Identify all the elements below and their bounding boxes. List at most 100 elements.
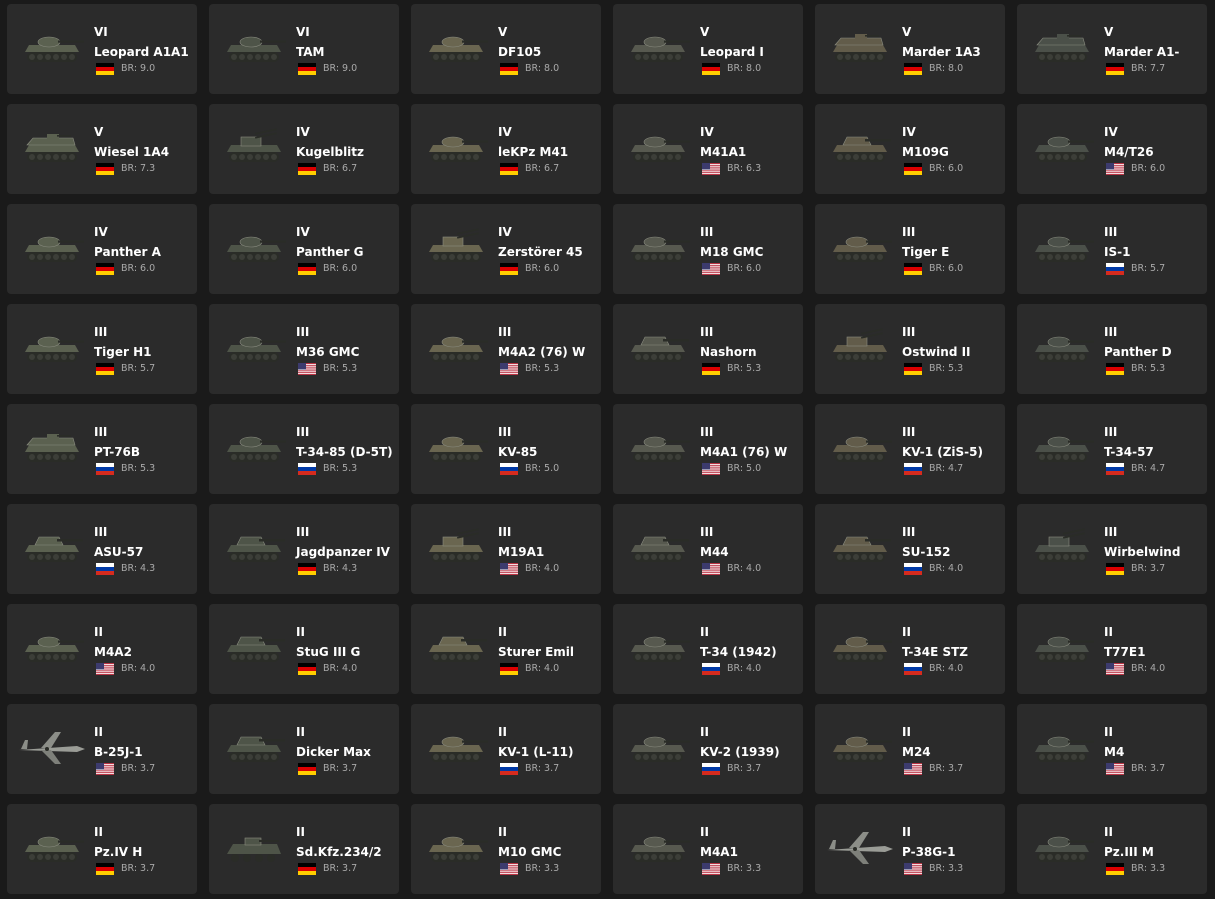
vehicle-card[interactable]: II T77E1 BR: 4.0 bbox=[1017, 604, 1207, 694]
tank-icon bbox=[623, 28, 693, 68]
vehicle-card[interactable]: II M4A2 BR: 4.0 bbox=[7, 604, 197, 694]
vehicle-card[interactable]: III Ostwind II BR: 5.3 bbox=[815, 304, 1005, 394]
vehicle-card[interactable]: II M24 BR: 3.7 bbox=[815, 704, 1005, 794]
vehicle-card[interactable]: III M4A1 (76) W BR: 5.0 bbox=[613, 404, 803, 494]
vehicle-card[interactable]: III ASU-57 BR: 4.3 bbox=[7, 504, 197, 594]
vehicle-rank: III bbox=[94, 425, 108, 439]
vehicle-card[interactable]: III Tiger E BR: 6.0 bbox=[815, 204, 1005, 294]
battle-rating-label: BR: bbox=[121, 163, 141, 174]
vehicle-card[interactable]: II T-34 (1942) BR: 4.0 bbox=[613, 604, 803, 694]
vehicle-rank: IV bbox=[498, 125, 512, 139]
flag-de-icon bbox=[298, 63, 316, 75]
vehicle-card[interactable]: III Jagdpanzer IV BR: 4.3 bbox=[209, 504, 399, 594]
vehicle-card[interactable]: III M4A2 (76) W BR: 5.3 bbox=[411, 304, 601, 394]
vehicle-card[interactable]: III M36 GMC BR: 5.3 bbox=[209, 304, 399, 394]
flag-ru-icon bbox=[96, 463, 114, 475]
battle-rating-value: 9.0 bbox=[342, 63, 358, 74]
vehicle-card[interactable]: II T-34E STZ BR: 4.0 bbox=[815, 604, 1005, 694]
vehicle-card[interactable]: II Sd.Kfz.234/2 BR: 3.7 bbox=[209, 804, 399, 894]
vehicle-card[interactable]: III KV-85 BR: 5.0 bbox=[411, 404, 601, 494]
vehicle-card[interactable]: IV Panther G BR: 6.0 bbox=[209, 204, 399, 294]
battle-rating: BR: 3.3 bbox=[727, 862, 761, 876]
vehicle-card[interactable]: III M44 BR: 4.0 bbox=[613, 504, 803, 594]
vehicle-card[interactable]: VI Leopard A1A1 BR: 9.0 bbox=[7, 4, 197, 94]
vehicle-card[interactable]: V DF105 BR: 8.0 bbox=[411, 4, 601, 94]
vehicle-card[interactable]: III T-34-85 (D-5T) BR: 5.3 bbox=[209, 404, 399, 494]
vehicle-name: M44 bbox=[700, 545, 729, 559]
vehicle-card[interactable]: IV M4/T26 BR: 6.0 bbox=[1017, 104, 1207, 194]
vehicle-card[interactable]: II M4 BR: 3.7 bbox=[1017, 704, 1207, 794]
vehicle-card[interactable]: IV M41A1 BR: 6.3 bbox=[613, 104, 803, 194]
vehicle-card[interactable]: II KV-1 (L-11) BR: 3.7 bbox=[411, 704, 601, 794]
vehicle-name: Marder 1A3 bbox=[902, 45, 981, 59]
battle-rating: BR: 6.0 bbox=[1131, 162, 1165, 176]
vehicle-card[interactable]: IV leKPz M41 BR: 6.7 bbox=[411, 104, 601, 194]
battle-rating-label: BR: bbox=[1131, 563, 1151, 574]
vehicle-rank: III bbox=[94, 325, 108, 339]
vehicle-rank: III bbox=[498, 425, 512, 439]
battle-rating-label: BR: bbox=[121, 863, 141, 874]
battle-rating-value: 6.0 bbox=[948, 263, 964, 274]
battle-rating: BR: 3.7 bbox=[121, 862, 155, 876]
vehicle-card[interactable]: II Pz.III M BR: 3.3 bbox=[1017, 804, 1207, 894]
vehicle-card[interactable]: II Dicker Max BR: 3.7 bbox=[209, 704, 399, 794]
vehicle-card[interactable]: IV M109G BR: 6.0 bbox=[815, 104, 1005, 194]
vehicle-card[interactable]: III SU-152 BR: 4.0 bbox=[815, 504, 1005, 594]
vehicle-card[interactable]: IV Panther A BR: 6.0 bbox=[7, 204, 197, 294]
vehicle-card[interactable]: III Panther D BR: 5.3 bbox=[1017, 304, 1207, 394]
tank-icon bbox=[623, 628, 693, 668]
vehicle-card[interactable]: V Marder 1A3 BR: 8.0 bbox=[815, 4, 1005, 94]
vehicle-card[interactable]: III Tiger H1 BR: 5.7 bbox=[7, 304, 197, 394]
vehicle-card[interactable]: II KV-2 (1939) BR: 3.7 bbox=[613, 704, 803, 794]
vehicle-card[interactable]: VI TAM BR: 9.0 bbox=[209, 4, 399, 94]
vehicle-rank: III bbox=[1104, 325, 1118, 339]
battle-rating-value: 9.0 bbox=[140, 63, 156, 74]
vehicle-card[interactable]: II Pz.IV H BR: 3.7 bbox=[7, 804, 197, 894]
vehicle-rank: II bbox=[498, 725, 507, 739]
battle-rating: BR: 4.0 bbox=[121, 662, 155, 676]
vehicle-name: Zerstörer 45 bbox=[498, 245, 583, 259]
spg-icon bbox=[219, 728, 289, 768]
vehicle-card[interactable]: III Wirbelwind BR: 3.7 bbox=[1017, 504, 1207, 594]
vehicle-card[interactable]: II B-25J-1 BR: 3.7 bbox=[7, 704, 197, 794]
vehicle-name: DF105 bbox=[498, 45, 542, 59]
vehicle-card[interactable]: III M18 GMC BR: 6.0 bbox=[613, 204, 803, 294]
vehicle-card[interactable]: IV Kugelblitz BR: 6.7 bbox=[209, 104, 399, 194]
vehicle-rank: III bbox=[700, 525, 714, 539]
battle-rating-value: 8.0 bbox=[948, 63, 964, 74]
vehicle-card[interactable]: II P-38G-1 BR: 3.3 bbox=[815, 804, 1005, 894]
battle-rating-value: 5.3 bbox=[140, 463, 156, 474]
vehicle-name: Wiesel 1A4 bbox=[94, 145, 170, 159]
vehicle-card[interactable]: IV Zerstörer 45 BR: 6.0 bbox=[411, 204, 601, 294]
flag-de-icon bbox=[904, 363, 922, 375]
vehicle-card[interactable]: II M4A1 BR: 3.3 bbox=[613, 804, 803, 894]
vehicle-card[interactable]: III IS-1 BR: 5.7 bbox=[1017, 204, 1207, 294]
vehicle-card[interactable]: II M10 GMC BR: 3.3 bbox=[411, 804, 601, 894]
battle-rating-label: BR: bbox=[323, 663, 343, 674]
vehicle-card[interactable]: III M19A1 BR: 4.0 bbox=[411, 504, 601, 594]
vehicle-card[interactable]: III KV-1 (ZiS-5) BR: 4.7 bbox=[815, 404, 1005, 494]
vehicle-card[interactable]: II StuG III G BR: 4.0 bbox=[209, 604, 399, 694]
vehicle-rank: II bbox=[1104, 825, 1113, 839]
flag-de-icon bbox=[298, 663, 316, 675]
vehicle-card[interactable]: II Sturer Emil BR: 4.0 bbox=[411, 604, 601, 694]
battle-rating-value: 6.3 bbox=[746, 163, 762, 174]
vehicle-card[interactable]: V Leopard I BR: 8.0 bbox=[613, 4, 803, 94]
battle-rating: BR: 5.7 bbox=[121, 362, 155, 376]
vehicle-card[interactable]: V Wiesel 1A4 BR: 7.3 bbox=[7, 104, 197, 194]
flag-us-icon bbox=[904, 863, 922, 875]
vehicle-name: M10 GMC bbox=[498, 845, 562, 859]
flag-us-icon bbox=[1106, 163, 1124, 175]
tank-icon bbox=[623, 828, 693, 868]
battle-rating-label: BR: bbox=[323, 863, 343, 874]
vehicle-card[interactable]: III PT-76B BR: 5.3 bbox=[7, 404, 197, 494]
vehicle-card[interactable]: V Marder A1- BR: 7.7 bbox=[1017, 4, 1207, 94]
vehicle-card[interactable]: III T-34-57 BR: 4.7 bbox=[1017, 404, 1207, 494]
vehicle-name: B-25J-1 bbox=[94, 745, 143, 759]
vehicle-rank: V bbox=[902, 25, 912, 39]
battle-rating-value: 3.7 bbox=[948, 763, 964, 774]
flag-ru-icon bbox=[500, 463, 518, 475]
battle-rating: BR: 9.0 bbox=[323, 62, 357, 76]
vehicle-card[interactable]: III Nashorn BR: 5.3 bbox=[613, 304, 803, 394]
battle-rating-label: BR: bbox=[727, 263, 747, 274]
